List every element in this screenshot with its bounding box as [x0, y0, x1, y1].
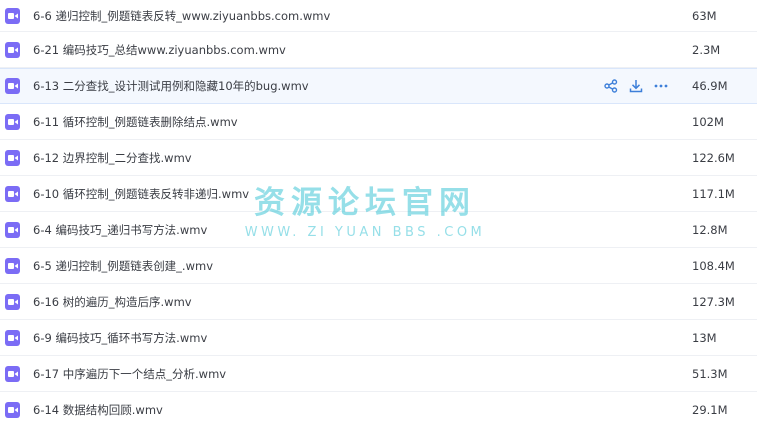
- file-row[interactable]: 6-4 编码技巧_递归书写方法.wmv 12.8M: [0, 212, 757, 248]
- file-size: 127.3M: [692, 294, 735, 309]
- file-size: 12.8M: [692, 222, 728, 237]
- video-file-icon: [5, 293, 20, 310]
- video-file-icon: [5, 149, 20, 166]
- download-icon[interactable]: [628, 78, 644, 94]
- video-file-icon: [5, 365, 20, 382]
- file-name[interactable]: 6-11 循环控制_例题链表删除结点.wmv: [33, 114, 238, 130]
- file-row[interactable]: 6-9 编码技巧_循环书写方法.wmv 13M: [0, 320, 757, 356]
- video-file-icon: [5, 113, 20, 130]
- file-size: 122.6M: [692, 150, 735, 165]
- more-icon[interactable]: [653, 78, 669, 94]
- file-size: 108.4M: [692, 258, 735, 273]
- file-row[interactable]: 6-21 编码技巧_总结www.ziyuanbbs.com.wmv 2.3M: [0, 32, 757, 68]
- file-size: 2.3M: [692, 42, 721, 57]
- file-name[interactable]: 6-4 编码技巧_递归书写方法.wmv: [33, 222, 207, 238]
- file-name[interactable]: 6-21 编码技巧_总结www.ziyuanbbs.com.wmv: [33, 42, 286, 58]
- video-file-icon: [5, 78, 20, 94]
- file-name[interactable]: 6-13 二分查找_设计测试用例和隐藏10年的bug.wmv: [33, 78, 309, 94]
- file-name[interactable]: 6-17 中序遍历下一个结点_分析.wmv: [33, 366, 226, 382]
- file-size: 117.1M: [692, 186, 735, 201]
- file-row[interactable]: 6-16 树的遍历_构造后序.wmv 127.3M: [0, 284, 757, 320]
- file-row[interactable]: 6-10 循环控制_例题链表反转非递归.wmv 117.1M: [0, 176, 757, 212]
- file-size: 46.9M: [692, 79, 728, 93]
- file-row[interactable]: 6-17 中序遍历下一个结点_分析.wmv 51.3M: [0, 356, 757, 392]
- video-file-icon: [5, 185, 20, 202]
- video-file-icon: [5, 401, 20, 418]
- file-name[interactable]: 6-10 循环控制_例题链表反转非递归.wmv: [33, 186, 249, 202]
- file-row-hovered[interactable]: 6-13 二分查找_设计测试用例和隐藏10年的bug.wmv 46.9M: [0, 68, 757, 104]
- file-size: 13M: [692, 330, 717, 345]
- video-file-icon: [5, 7, 20, 24]
- file-name[interactable]: 6-9 编码技巧_循环书写方法.wmv: [33, 330, 207, 346]
- file-name[interactable]: 6-6 递归控制_例题链表反转_www.ziyuanbbs.com.wmv: [33, 8, 330, 24]
- file-size: 102M: [692, 114, 724, 129]
- file-size: 29.1M: [692, 402, 728, 417]
- video-file-icon: [5, 221, 20, 238]
- video-file-icon: [5, 41, 20, 58]
- file-size: 51.3M: [692, 366, 728, 381]
- share-icon[interactable]: [603, 78, 619, 94]
- file-row[interactable]: 6-14 数据结构回顾.wmv 29.1M: [0, 392, 757, 427]
- file-list: 6-6 递归控制_例题链表反转_www.ziyuanbbs.com.wmv 63…: [0, 0, 757, 427]
- file-row[interactable]: 6-12 边界控制_二分查找.wmv 122.6M: [0, 140, 757, 176]
- file-name[interactable]: 6-14 数据结构回顾.wmv: [33, 402, 163, 418]
- file-row[interactable]: 6-5 递归控制_例题链表创建_.wmv 108.4M: [0, 248, 757, 284]
- file-row[interactable]: 6-6 递归控制_例题链表反转_www.ziyuanbbs.com.wmv 63…: [0, 0, 757, 32]
- file-name[interactable]: 6-5 递归控制_例题链表创建_.wmv: [33, 258, 213, 274]
- file-row[interactable]: 6-11 循环控制_例题链表删除结点.wmv 102M: [0, 104, 757, 140]
- video-file-icon: [5, 257, 20, 274]
- video-file-icon: [5, 329, 20, 346]
- file-size: 63M: [692, 8, 717, 23]
- file-name[interactable]: 6-12 边界控制_二分查找.wmv: [33, 150, 192, 166]
- file-name[interactable]: 6-16 树的遍历_构造后序.wmv: [33, 294, 192, 310]
